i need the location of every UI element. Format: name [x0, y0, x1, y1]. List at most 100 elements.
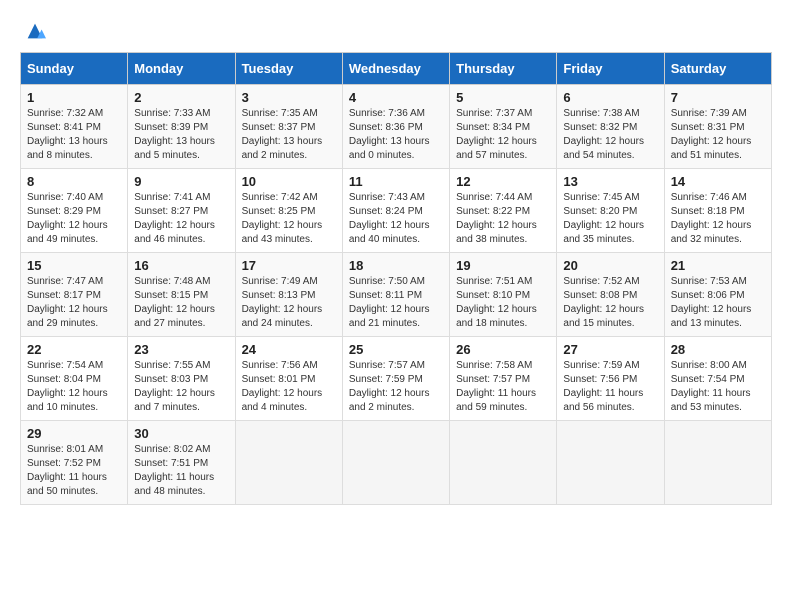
day-detail: Sunrise: 7:37 AMSunset: 8:34 PMDaylight:… [456, 108, 537, 161]
calendar-cell: 13 Sunrise: 7:45 AMSunset: 8:20 PMDaylig… [557, 169, 664, 253]
day-number: 20 [563, 258, 657, 273]
calendar-cell [450, 421, 557, 505]
day-detail: Sunrise: 7:57 AMSunset: 7:59 PMDaylight:… [349, 360, 430, 413]
calendar-cell: 25 Sunrise: 7:57 AMSunset: 7:59 PMDaylig… [342, 337, 449, 421]
day-number: 8 [27, 174, 121, 189]
calendar-cell [664, 421, 771, 505]
day-number: 11 [349, 174, 443, 189]
day-of-week-header: Monday [128, 53, 235, 85]
calendar-cell: 11 Sunrise: 7:43 AMSunset: 8:24 PMDaylig… [342, 169, 449, 253]
day-number: 22 [27, 342, 121, 357]
day-number: 26 [456, 342, 550, 357]
day-detail: Sunrise: 7:52 AMSunset: 8:08 PMDaylight:… [563, 276, 644, 329]
day-number: 27 [563, 342, 657, 357]
day-detail: Sunrise: 7:56 AMSunset: 8:01 PMDaylight:… [242, 360, 323, 413]
calendar-cell: 17 Sunrise: 7:49 AMSunset: 8:13 PMDaylig… [235, 253, 342, 337]
calendar-cell: 23 Sunrise: 7:55 AMSunset: 8:03 PMDaylig… [128, 337, 235, 421]
day-number: 19 [456, 258, 550, 273]
day-number: 14 [671, 174, 765, 189]
calendar-cell: 28 Sunrise: 8:00 AMSunset: 7:54 PMDaylig… [664, 337, 771, 421]
day-number: 1 [27, 90, 121, 105]
day-detail: Sunrise: 7:40 AMSunset: 8:29 PMDaylight:… [27, 192, 108, 245]
calendar-week-row: 8 Sunrise: 7:40 AMSunset: 8:29 PMDayligh… [21, 169, 772, 253]
day-detail: Sunrise: 7:55 AMSunset: 8:03 PMDaylight:… [134, 360, 215, 413]
calendar-cell: 6 Sunrise: 7:38 AMSunset: 8:32 PMDayligh… [557, 85, 664, 169]
calendar-cell: 18 Sunrise: 7:50 AMSunset: 8:11 PMDaylig… [342, 253, 449, 337]
days-header-row: SundayMondayTuesdayWednesdayThursdayFrid… [21, 53, 772, 85]
day-of-week-header: Thursday [450, 53, 557, 85]
day-number: 2 [134, 90, 228, 105]
day-number: 12 [456, 174, 550, 189]
calendar-cell: 1 Sunrise: 7:32 AMSunset: 8:41 PMDayligh… [21, 85, 128, 169]
calendar-cell: 9 Sunrise: 7:41 AMSunset: 8:27 PMDayligh… [128, 169, 235, 253]
day-number: 23 [134, 342, 228, 357]
calendar-cell: 10 Sunrise: 7:42 AMSunset: 8:25 PMDaylig… [235, 169, 342, 253]
day-detail: Sunrise: 7:32 AMSunset: 8:41 PMDaylight:… [27, 108, 108, 161]
day-of-week-header: Sunday [21, 53, 128, 85]
calendar-cell: 2 Sunrise: 7:33 AMSunset: 8:39 PMDayligh… [128, 85, 235, 169]
day-detail: Sunrise: 7:46 AMSunset: 8:18 PMDaylight:… [671, 192, 752, 245]
day-of-week-header: Wednesday [342, 53, 449, 85]
day-number: 3 [242, 90, 336, 105]
day-of-week-header: Tuesday [235, 53, 342, 85]
day-detail: Sunrise: 7:44 AMSunset: 8:22 PMDaylight:… [456, 192, 537, 245]
calendar-cell: 15 Sunrise: 7:47 AMSunset: 8:17 PMDaylig… [21, 253, 128, 337]
calendar-cell: 5 Sunrise: 7:37 AMSunset: 8:34 PMDayligh… [450, 85, 557, 169]
day-detail: Sunrise: 7:48 AMSunset: 8:15 PMDaylight:… [134, 276, 215, 329]
calendar-cell: 14 Sunrise: 7:46 AMSunset: 8:18 PMDaylig… [664, 169, 771, 253]
day-detail: Sunrise: 7:54 AMSunset: 8:04 PMDaylight:… [27, 360, 108, 413]
calendar-cell [342, 421, 449, 505]
day-number: 13 [563, 174, 657, 189]
day-number: 16 [134, 258, 228, 273]
day-number: 10 [242, 174, 336, 189]
day-number: 21 [671, 258, 765, 273]
page-header [20, 20, 772, 42]
calendar-cell: 29 Sunrise: 8:01 AMSunset: 7:52 PMDaylig… [21, 421, 128, 505]
calendar-cell: 3 Sunrise: 7:35 AMSunset: 8:37 PMDayligh… [235, 85, 342, 169]
day-number: 28 [671, 342, 765, 357]
day-detail: Sunrise: 7:59 AMSunset: 7:56 PMDaylight:… [563, 360, 643, 413]
day-detail: Sunrise: 7:58 AMSunset: 7:57 PMDaylight:… [456, 360, 536, 413]
calendar-cell: 20 Sunrise: 7:52 AMSunset: 8:08 PMDaylig… [557, 253, 664, 337]
day-number: 30 [134, 426, 228, 441]
calendar-cell: 12 Sunrise: 7:44 AMSunset: 8:22 PMDaylig… [450, 169, 557, 253]
calendar-week-row: 22 Sunrise: 7:54 AMSunset: 8:04 PMDaylig… [21, 337, 772, 421]
day-number: 7 [671, 90, 765, 105]
day-detail: Sunrise: 7:45 AMSunset: 8:20 PMDaylight:… [563, 192, 644, 245]
day-number: 18 [349, 258, 443, 273]
calendar-week-row: 29 Sunrise: 8:01 AMSunset: 7:52 PMDaylig… [21, 421, 772, 505]
day-of-week-header: Friday [557, 53, 664, 85]
day-detail: Sunrise: 7:42 AMSunset: 8:25 PMDaylight:… [242, 192, 323, 245]
day-number: 4 [349, 90, 443, 105]
day-detail: Sunrise: 7:39 AMSunset: 8:31 PMDaylight:… [671, 108, 752, 161]
calendar-cell: 19 Sunrise: 7:51 AMSunset: 8:10 PMDaylig… [450, 253, 557, 337]
calendar-cell: 27 Sunrise: 7:59 AMSunset: 7:56 PMDaylig… [557, 337, 664, 421]
calendar-cell: 24 Sunrise: 7:56 AMSunset: 8:01 PMDaylig… [235, 337, 342, 421]
calendar-cell: 16 Sunrise: 7:48 AMSunset: 8:15 PMDaylig… [128, 253, 235, 337]
day-detail: Sunrise: 8:01 AMSunset: 7:52 PMDaylight:… [27, 444, 107, 497]
day-detail: Sunrise: 7:47 AMSunset: 8:17 PMDaylight:… [27, 276, 108, 329]
day-number: 24 [242, 342, 336, 357]
calendar-table: SundayMondayTuesdayWednesdayThursdayFrid… [20, 52, 772, 505]
day-of-week-header: Saturday [664, 53, 771, 85]
day-detail: Sunrise: 8:00 AMSunset: 7:54 PMDaylight:… [671, 360, 751, 413]
calendar-cell: 21 Sunrise: 7:53 AMSunset: 8:06 PMDaylig… [664, 253, 771, 337]
day-number: 15 [27, 258, 121, 273]
calendar-cell: 26 Sunrise: 7:58 AMSunset: 7:57 PMDaylig… [450, 337, 557, 421]
day-number: 25 [349, 342, 443, 357]
day-number: 9 [134, 174, 228, 189]
day-number: 17 [242, 258, 336, 273]
calendar-week-row: 1 Sunrise: 7:32 AMSunset: 8:41 PMDayligh… [21, 85, 772, 169]
day-number: 6 [563, 90, 657, 105]
calendar-week-row: 15 Sunrise: 7:47 AMSunset: 8:17 PMDaylig… [21, 253, 772, 337]
calendar-cell [235, 421, 342, 505]
day-number: 29 [27, 426, 121, 441]
day-detail: Sunrise: 7:33 AMSunset: 8:39 PMDaylight:… [134, 108, 215, 161]
day-detail: Sunrise: 7:49 AMSunset: 8:13 PMDaylight:… [242, 276, 323, 329]
day-detail: Sunrise: 7:38 AMSunset: 8:32 PMDaylight:… [563, 108, 644, 161]
day-detail: Sunrise: 7:35 AMSunset: 8:37 PMDaylight:… [242, 108, 323, 161]
day-detail: Sunrise: 7:43 AMSunset: 8:24 PMDaylight:… [349, 192, 430, 245]
calendar-cell [557, 421, 664, 505]
calendar-cell: 7 Sunrise: 7:39 AMSunset: 8:31 PMDayligh… [664, 85, 771, 169]
logo-icon [24, 20, 46, 42]
